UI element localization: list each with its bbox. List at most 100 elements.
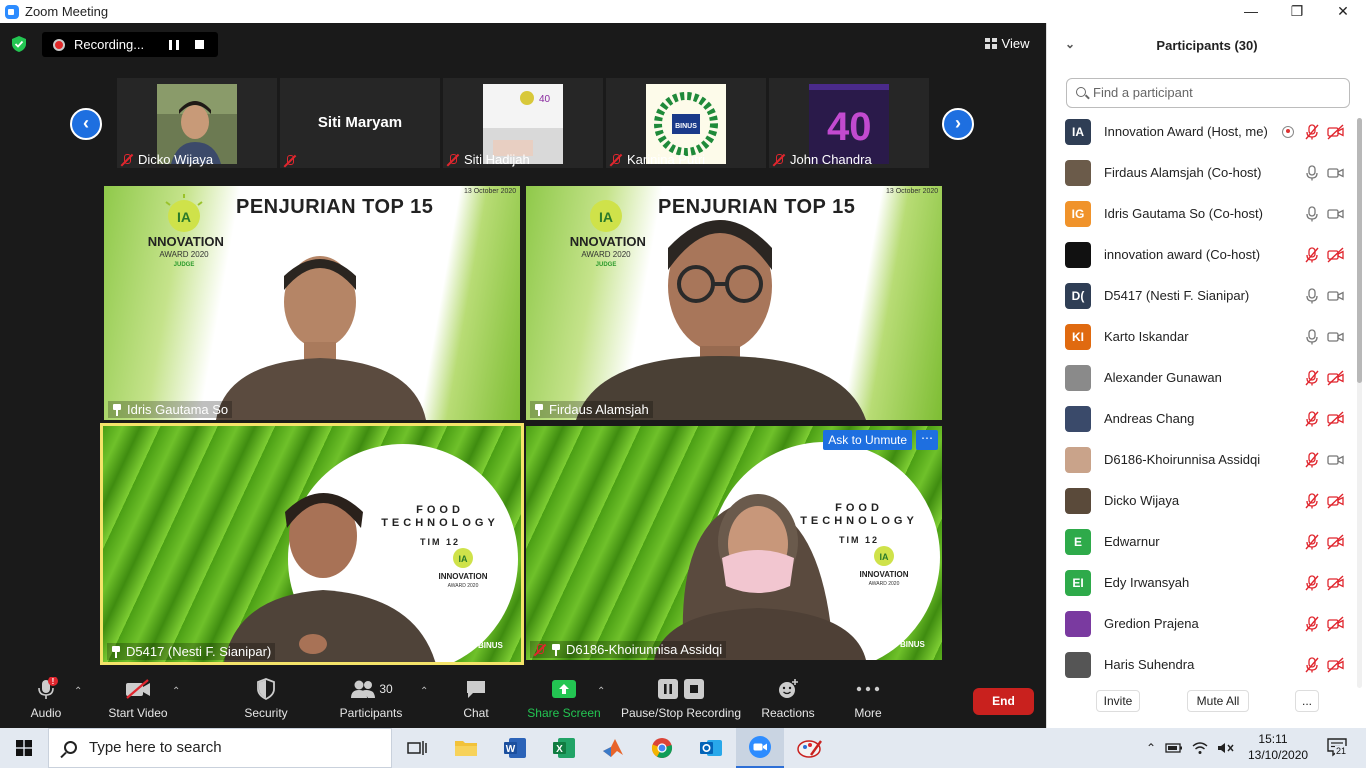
video-off-icon[interactable]: [1327, 246, 1344, 263]
taskbar-search-input[interactable]: Type here to search: [48, 728, 392, 768]
maximize-button[interactable]: ❐: [1274, 0, 1320, 23]
share-screen-button[interactable]: Share Screen: [526, 672, 602, 728]
security-shield-icon[interactable]: [10, 35, 28, 53]
collapse-chevron-icon[interactable]: ⌄: [1065, 37, 1075, 51]
participant-row[interactable]: D(D5417 (Nesti F. Sianipar): [1047, 275, 1357, 316]
muted-mic-icon[interactable]: [1305, 246, 1319, 263]
muted-mic-icon[interactable]: [1305, 492, 1319, 509]
close-button[interactable]: ✕: [1320, 0, 1366, 23]
recording-dot-icon: [53, 38, 65, 51]
video-options-caret-icon[interactable]: ⌃: [172, 686, 180, 697]
muted-mic-icon[interactable]: [1305, 410, 1319, 427]
reactions-button[interactable]: Reactions: [760, 672, 816, 728]
video-icon[interactable]: [1327, 206, 1344, 222]
zoom-app[interactable]: [736, 728, 784, 768]
chrome-app[interactable]: [638, 728, 686, 768]
panel-more-button[interactable]: ...: [1295, 690, 1319, 712]
participant-row[interactable]: KI Karto Iskandar: [1047, 316, 1357, 357]
muted-mic-icon[interactable]: [1305, 123, 1319, 140]
mute-all-button[interactable]: Mute All: [1187, 690, 1249, 712]
end-meeting-button[interactable]: End: [973, 688, 1034, 715]
video-tile[interactable]: FOOD TECHNOLOGY TIM 12 IA INNOVATION AWA…: [526, 426, 942, 660]
notification-center-button[interactable]: 21: [1322, 734, 1352, 762]
participant-row[interactable]: Alexander Gunawan: [1047, 357, 1357, 398]
participant-row[interactable]: Andreas Chang: [1047, 398, 1357, 439]
participant-row[interactable]: IA Innovation Award (Host, me): [1047, 111, 1357, 152]
participant-row[interactable]: D6186-Khoirunnisa Assidqi: [1047, 439, 1357, 480]
video-off-icon[interactable]: [1327, 492, 1344, 509]
muted-mic-icon[interactable]: [1305, 369, 1319, 386]
wifi-icon[interactable]: [1192, 741, 1208, 755]
thumbnail-tile[interactable]: 40 Siti Hadijah: [443, 78, 603, 168]
muted-mic-icon[interactable]: [1305, 615, 1319, 632]
stop-recording-icon[interactable]: [195, 40, 204, 49]
ask-to-unmute-button[interactable]: Ask to Unmute: [823, 430, 912, 450]
word-app[interactable]: W: [491, 728, 539, 768]
audio-options-caret-icon[interactable]: ⌃: [74, 686, 82, 697]
audio-button[interactable]: ! Audio: [20, 672, 72, 728]
view-button[interactable]: View: [978, 31, 1036, 55]
minimize-button[interactable]: —: [1228, 0, 1274, 23]
mic-icon[interactable]: [1305, 164, 1319, 181]
pause-recording-icon[interactable]: [169, 39, 179, 50]
mic-icon[interactable]: [1305, 205, 1319, 222]
thumbnail-tile[interactable]: 40 John Chandra: [769, 78, 929, 168]
next-page-button[interactable]: ›: [942, 108, 974, 140]
task-view-button[interactable]: [393, 728, 441, 768]
video-tile[interactable]: IA INNOVATION AWARD 2020 JUDGE PENJURIAN…: [526, 186, 942, 420]
invite-button[interactable]: Invite: [1096, 690, 1140, 712]
thumbnail-tile[interactable]: Dicko Wijaya: [117, 78, 277, 168]
share-options-caret-icon[interactable]: ⌃: [597, 686, 605, 697]
video-off-icon[interactable]: [1327, 656, 1344, 673]
participant-row[interactable]: innovation award (Co-host): [1047, 234, 1357, 275]
participant-row[interactable]: EI Edy Irwansyah: [1047, 562, 1357, 603]
participants-options-caret-icon[interactable]: ⌃: [420, 686, 428, 697]
thumbnail-tile[interactable]: Siti Maryam: [280, 78, 440, 168]
participant-row[interactable]: IG Idris Gautama So (Co-host): [1047, 193, 1357, 234]
video-off-icon[interactable]: [1327, 369, 1344, 386]
participant-row[interactable]: Dicko Wijaya: [1047, 480, 1357, 521]
start-video-button[interactable]: Start Video: [103, 672, 173, 728]
muted-mic-icon[interactable]: [1305, 656, 1319, 673]
active-speaker-tile[interactable]: FOOD TECHNOLOGY TIM 12 IA INNOVATION AWA…: [100, 423, 524, 665]
prev-page-button[interactable]: ‹: [70, 108, 102, 140]
battery-icon[interactable]: [1165, 742, 1183, 754]
mic-icon[interactable]: [1305, 287, 1319, 304]
video-off-icon[interactable]: [1327, 123, 1344, 140]
muted-mic-icon[interactable]: [1305, 533, 1319, 550]
excel-app[interactable]: X: [540, 728, 588, 768]
video-icon[interactable]: [1327, 288, 1344, 304]
video-off-icon[interactable]: [1327, 574, 1344, 591]
participant-search-input[interactable]: Find a participant: [1066, 78, 1350, 108]
tile-more-button[interactable]: ⋯: [916, 430, 938, 450]
participant-list-scrollbar[interactable]: [1357, 118, 1362, 688]
participant-row[interactable]: Firdaus Alamsjah (Co-host): [1047, 152, 1357, 193]
show-hidden-icons-chevron-icon[interactable]: ⌃: [1146, 741, 1156, 755]
start-button[interactable]: [0, 728, 48, 768]
security-button[interactable]: Security: [236, 672, 296, 728]
video-tile[interactable]: IA INNOVATION AWARD 2020 JUDGE PENJURIAN…: [104, 186, 520, 420]
more-button[interactable]: More: [848, 672, 888, 728]
chat-button[interactable]: Chat: [455, 672, 497, 728]
participant-row[interactable]: Haris Suhendra: [1047, 644, 1357, 685]
mic-icon[interactable]: [1305, 328, 1319, 345]
muted-mic-icon[interactable]: [1305, 451, 1319, 468]
participants-button[interactable]: 30 Participants: [335, 672, 407, 728]
pause-stop-recording-button[interactable]: Pause/Stop Recording: [620, 672, 742, 728]
participant-row[interactable]: Gredion Prajena: [1047, 603, 1357, 644]
muted-mic-icon[interactable]: [1305, 574, 1319, 591]
video-icon[interactable]: [1327, 329, 1344, 345]
system-clock[interactable]: 15:11 13/10/2020: [1248, 731, 1308, 763]
outlook-app[interactable]: [687, 728, 735, 768]
speaker-muted-icon[interactable]: [1217, 741, 1235, 755]
file-explorer-app[interactable]: [442, 728, 490, 768]
paint-app[interactable]: [786, 728, 834, 768]
video-icon[interactable]: [1327, 165, 1344, 181]
video-off-icon[interactable]: [1327, 410, 1344, 427]
thumbnail-tile[interactable]: BINUS Karinina Putri: [606, 78, 766, 168]
participant-row[interactable]: E Edwarnur: [1047, 521, 1357, 562]
matlab-app[interactable]: [589, 728, 637, 768]
video-off-icon[interactable]: [1327, 615, 1344, 632]
video-icon[interactable]: [1327, 452, 1344, 468]
video-off-icon[interactable]: [1327, 533, 1344, 550]
